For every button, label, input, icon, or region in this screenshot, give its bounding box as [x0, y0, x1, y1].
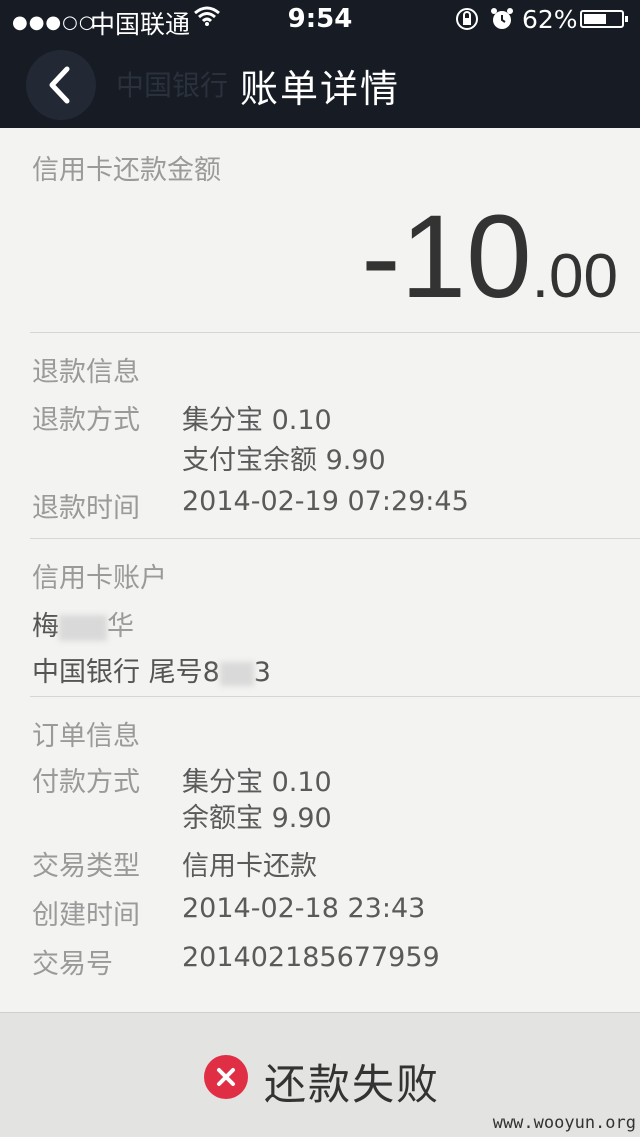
rotation-lock-icon: [455, 7, 479, 37]
amount-integer: -10: [361, 191, 532, 323]
pay-method-line2: 余额宝 9.90: [182, 803, 332, 834]
account-holder: 梅华: [32, 604, 134, 643]
account-holder-start: 梅: [32, 611, 59, 642]
battery-icon: [580, 10, 628, 28]
order-heading: 订单信息: [32, 721, 140, 752]
redacted-blur: [219, 661, 254, 686]
page-title: 账单详情: [239, 67, 400, 111]
account-heading: 信用卡账户: [32, 563, 167, 594]
refund-time-value: 2014-02-19 07:29:45: [182, 486, 469, 517]
account-bank: 中国银行 尾号8 3: [32, 650, 271, 689]
refund-heading: 退款信息: [32, 357, 140, 388]
alarm-icon: [490, 7, 514, 37]
trade-type-label: 交易类型: [32, 851, 140, 882]
watermark: www.wooyun.org: [492, 1113, 636, 1133]
account-bank-suffix: 3: [253, 657, 271, 688]
trade-number-label: 交易号: [32, 949, 113, 980]
amount-decimal: .00: [531, 242, 618, 311]
result-bar: 还款失败 www.wooyun.org: [0, 1012, 640, 1137]
pay-method-label: 付款方式: [32, 767, 140, 798]
account-bank-prefix: 中国银行 尾号8: [32, 657, 220, 688]
amount-label: 信用卡还款金额: [32, 155, 221, 186]
close-icon: [204, 1055, 248, 1099]
amount-value: -10.00: [361, 198, 618, 316]
created-time-value: 2014-02-18 23:43: [182, 893, 426, 924]
navigation-bar: 中国银行 账单详情: [0, 40, 640, 128]
redacted-blur: [59, 614, 107, 641]
account-holder-end: 华: [107, 611, 134, 642]
divider: [30, 332, 640, 333]
divider: [30, 538, 640, 539]
refund-time-label: 退款时间: [32, 493, 140, 524]
refund-method-line2: 支付宝余额 9.90: [182, 445, 386, 476]
trade-type-value: 信用卡还款: [182, 851, 317, 882]
status-bar: ●●●○○ 中国联通 9:54 62%: [0, 0, 640, 40]
divider: [30, 696, 640, 697]
created-time-label: 创建时间: [32, 900, 140, 931]
refund-method-line1: 集分宝 0.10: [182, 405, 332, 436]
battery-percentage: 62%: [522, 5, 578, 34]
pay-method-line1: 集分宝 0.10: [182, 767, 332, 798]
battery-level-fill: [584, 14, 606, 24]
trade-number-value: 201402185677959: [182, 942, 440, 973]
result-status-text: 还款失败: [264, 1060, 441, 1109]
refund-method-label: 退款方式: [32, 405, 140, 436]
